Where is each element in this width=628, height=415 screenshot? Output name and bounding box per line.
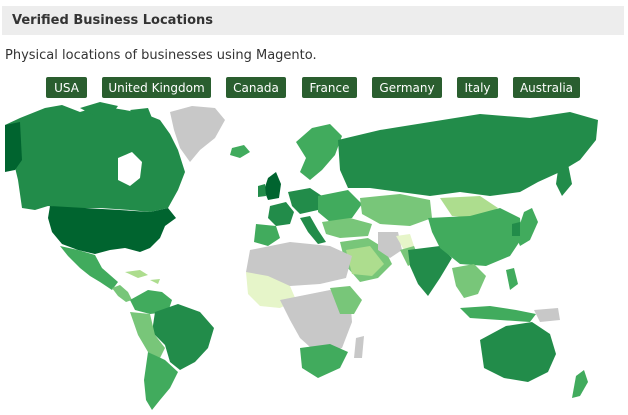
iberia-region[interactable] xyxy=(254,224,280,246)
germany-central-europe-region[interactable] xyxy=(288,188,322,214)
usa-region[interactable] xyxy=(48,206,176,254)
indonesia-region[interactable] xyxy=(460,306,536,322)
madagascar-region[interactable] xyxy=(354,336,364,358)
france-region[interactable] xyxy=(268,202,294,226)
mexico-region[interactable] xyxy=(60,246,118,290)
kazakhstan-region[interactable] xyxy=(360,194,432,226)
korea-region[interactable] xyxy=(512,222,520,236)
southeast-asia-region[interactable] xyxy=(452,264,486,298)
uk-region[interactable] xyxy=(264,172,281,200)
italy-region[interactable] xyxy=(300,216,326,244)
panel-header: Verified Business Locations xyxy=(2,6,624,35)
filter-button-australia[interactable]: Australia xyxy=(513,77,580,98)
world-map xyxy=(5,102,598,410)
papua-region[interactable] xyxy=(534,308,560,322)
filter-button-france[interactable]: France xyxy=(302,77,357,98)
filter-button-germany[interactable]: Germany xyxy=(372,77,442,98)
india-region[interactable] xyxy=(408,246,452,296)
canada-region[interactable] xyxy=(5,105,185,212)
balkans-turkey-region[interactable] xyxy=(322,218,372,238)
australia-region[interactable] xyxy=(480,322,556,382)
filter-button-united-kingdom[interactable]: United Kingdom xyxy=(102,77,211,98)
scandinavia-region[interactable] xyxy=(296,124,342,180)
philippines-region[interactable] xyxy=(506,268,518,290)
filter-button-canada[interactable]: Canada xyxy=(226,77,286,98)
panel-title: Verified Business Locations xyxy=(12,13,214,28)
caribbean-region[interactable] xyxy=(125,270,160,284)
new-zealand-region[interactable] xyxy=(572,370,588,398)
central-america-region[interactable] xyxy=(112,285,132,302)
map-description: Physical locations of businesses using M… xyxy=(5,48,317,63)
iceland-region[interactable] xyxy=(230,145,250,158)
ireland-region[interactable] xyxy=(258,184,266,197)
filter-button-usa[interactable]: USA xyxy=(46,77,87,98)
southern-africa-region[interactable] xyxy=(300,344,348,378)
eastern-europe-region[interactable] xyxy=(318,190,362,222)
filter-button-italy[interactable]: Italy xyxy=(457,77,498,98)
